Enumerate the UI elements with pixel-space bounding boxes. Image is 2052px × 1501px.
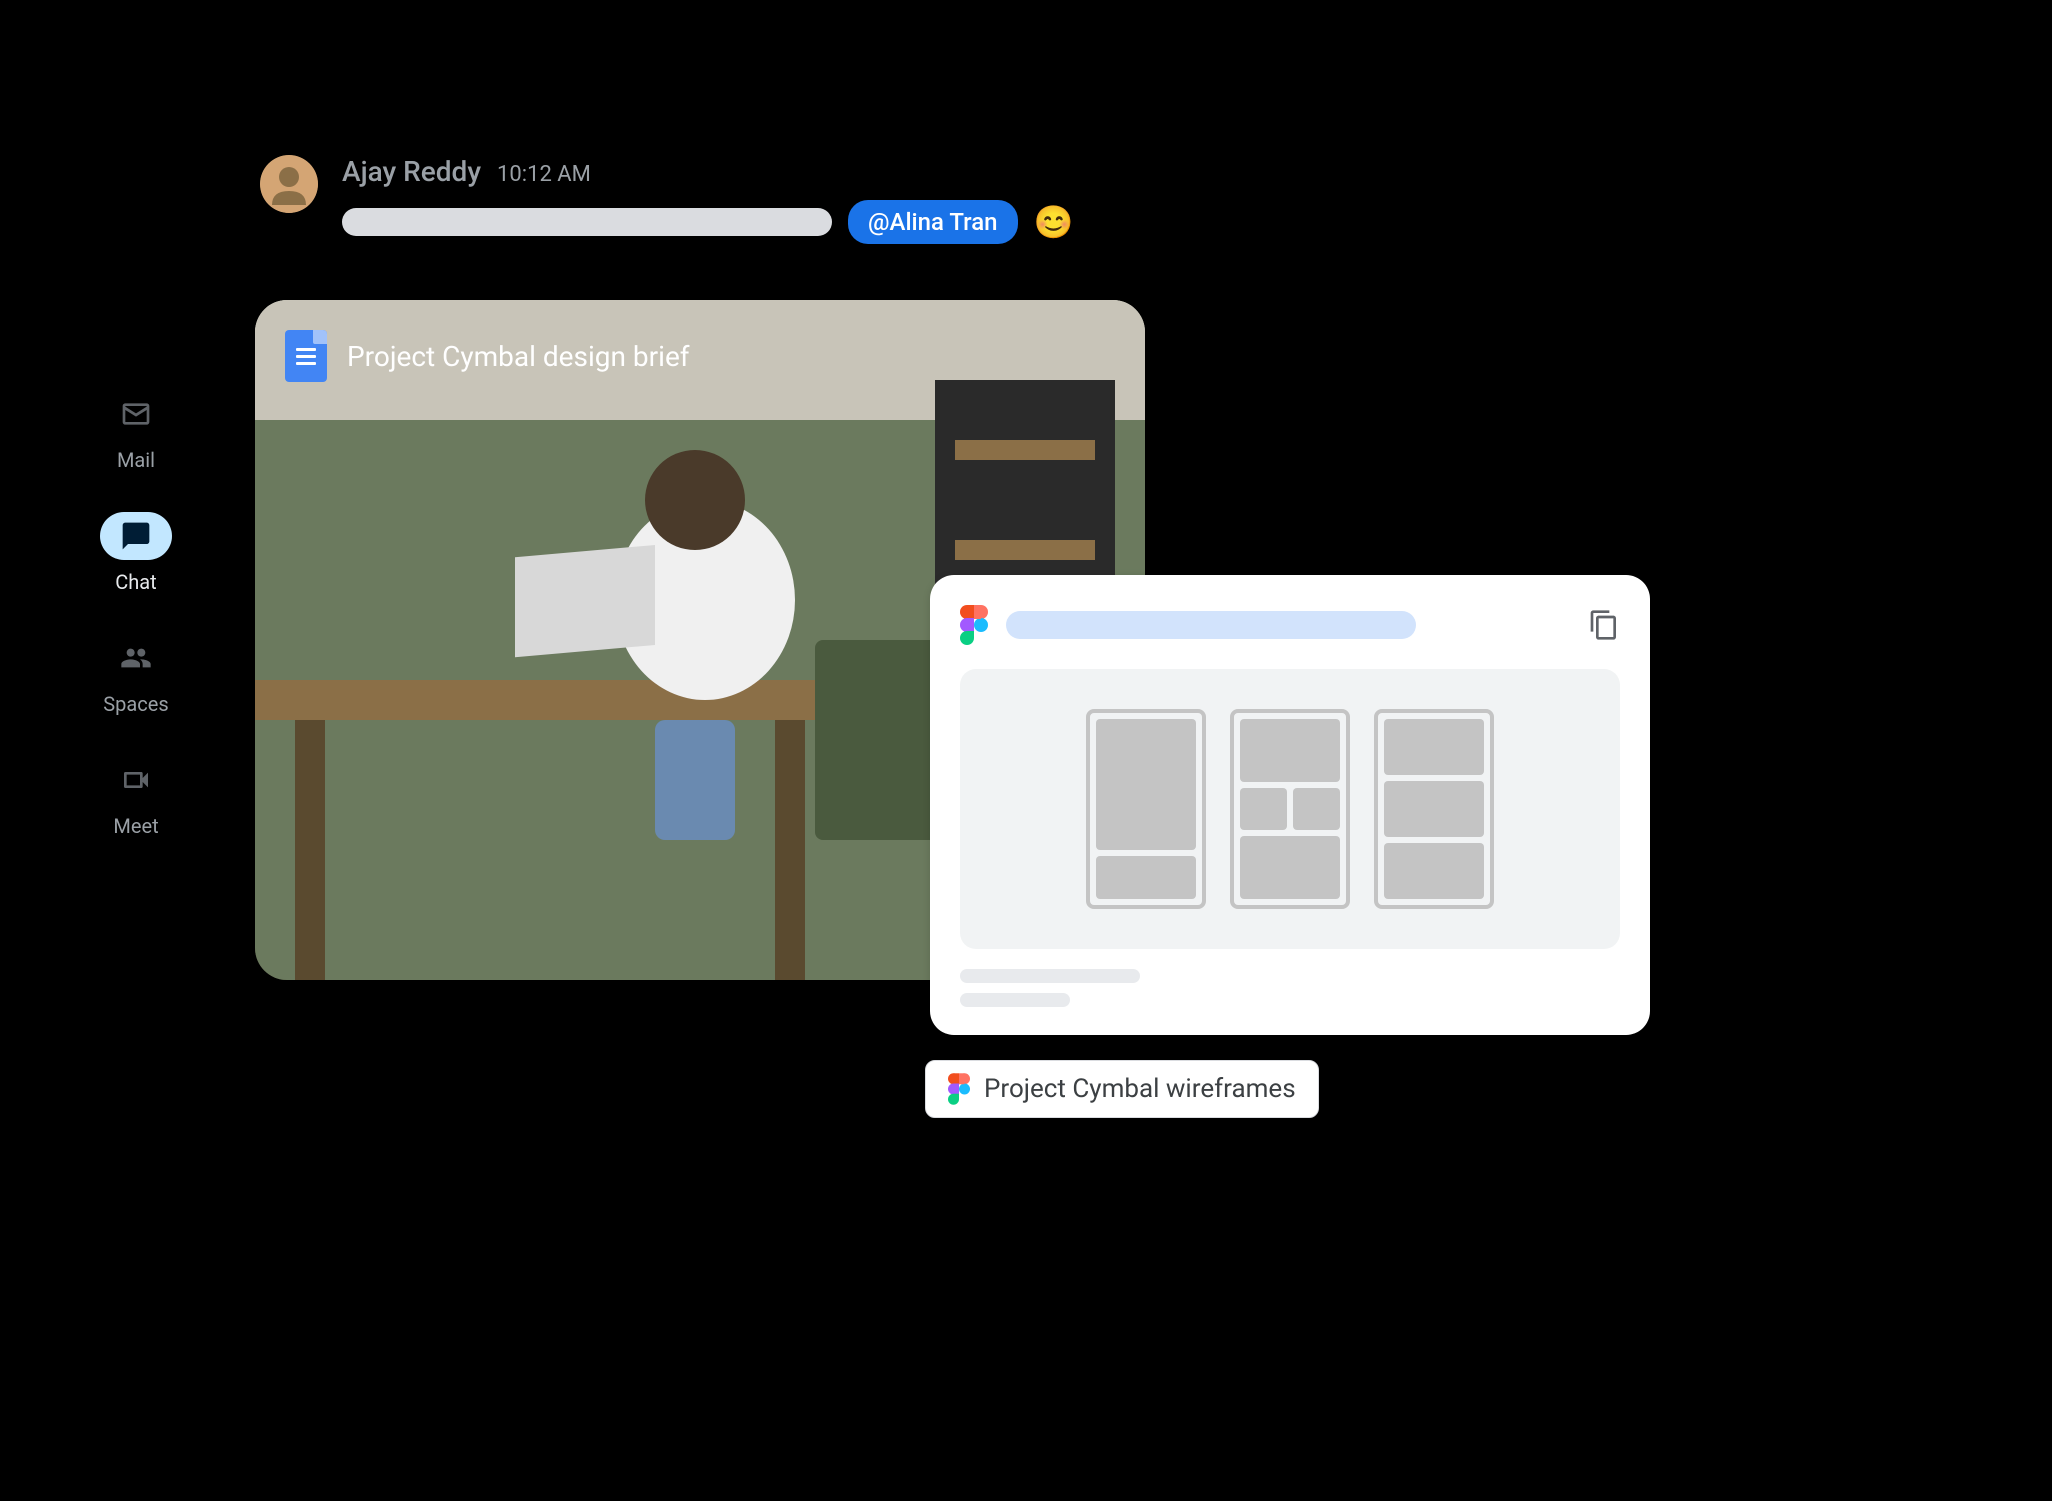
attachment-title: Project Cymbal design brief (347, 340, 690, 373)
chat-icon (120, 520, 152, 552)
wireframe-frame (1374, 709, 1494, 909)
chat-message: Ajay Reddy 10:12 AM @Alina Tran 😊 (260, 155, 1073, 244)
figma-title-placeholder (1006, 611, 1416, 639)
text-placeholder (960, 993, 1070, 1007)
emoji-reaction: 😊 (1034, 203, 1074, 241)
figma-preview-card[interactable] (930, 575, 1650, 1035)
nav-item-spaces[interactable]: Spaces (100, 634, 172, 716)
text-placeholder (960, 969, 1140, 983)
sender-avatar[interactable] (260, 155, 318, 213)
wireframe-preview (960, 669, 1620, 949)
nav-item-meet[interactable]: Meet (100, 756, 172, 838)
nav-item-mail[interactable]: Mail (100, 390, 172, 472)
app-sidebar: Mail Chat Spaces Meet (100, 390, 172, 838)
wireframe-frame (1086, 709, 1206, 909)
mail-icon (120, 398, 152, 430)
google-docs-icon (285, 330, 327, 382)
nav-label: Mail (117, 448, 155, 472)
meet-icon (120, 764, 152, 796)
spaces-icon (120, 642, 152, 674)
message-text-placeholder (342, 208, 832, 236)
wireframe-frame (1230, 709, 1350, 909)
figma-icon (948, 1073, 970, 1105)
sender-name: Ajay Reddy (342, 155, 481, 188)
nav-label: Chat (115, 570, 156, 594)
nav-label: Meet (113, 814, 158, 838)
mention-chip[interactable]: @Alina Tran (848, 200, 1018, 244)
copy-icon[interactable] (1588, 609, 1620, 641)
figma-chip-label: Project Cymbal wireframes (984, 1074, 1296, 1104)
figma-file-chip[interactable]: Project Cymbal wireframes (925, 1060, 1319, 1118)
figma-icon (960, 605, 988, 645)
nav-item-chat[interactable]: Chat (100, 512, 172, 594)
nav-label: Spaces (103, 692, 168, 716)
message-timestamp: 10:12 AM (497, 162, 591, 187)
